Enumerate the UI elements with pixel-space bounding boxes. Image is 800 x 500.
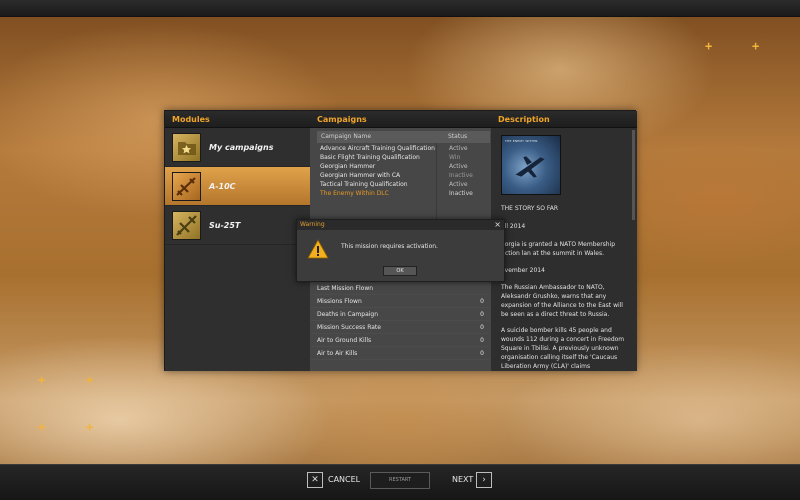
crosshair-icon: + [86, 373, 94, 387]
campaign-status: Active [449, 163, 468, 170]
stat-row: Last Mission Flown [310, 282, 490, 295]
crosshair-icon: + [38, 373, 46, 387]
stat-value: 0 [480, 298, 484, 305]
su25t-aircraft-icon [172, 211, 201, 240]
campaign-thumbnail: THE ENEMY WITHIN [501, 135, 561, 195]
module-label: Su-25T [209, 221, 241, 230]
description-paragraph: A suicide bomber kills 45 people and wou… [501, 327, 625, 370]
description-heading: THE STORY SO FAR [501, 205, 559, 212]
campaign-name: Tactical Training Qualification [320, 181, 408, 188]
campaign-name: Georgian Hammer [320, 163, 376, 170]
campaign-status: Active [449, 145, 468, 152]
next-button[interactable]: NEXT [452, 472, 473, 488]
module-label: My campaigns [209, 143, 274, 152]
stat-value: 0 [480, 350, 484, 357]
campaign-status: Inactive [449, 190, 473, 197]
crosshair-icon: + [38, 420, 46, 434]
stat-row: Air to Ground Kills 0 [310, 334, 490, 347]
campaign-status: Active [449, 181, 468, 188]
campaigns-header: Campaigns [310, 111, 491, 128]
warning-title: Warning [297, 220, 504, 230]
stat-row: Mission Success Rate 0 [310, 321, 490, 334]
crosshair-icon: + [86, 420, 94, 434]
description-scrollbar[interactable] [632, 130, 635, 220]
campaign-name: The Enemy Within DLC [320, 190, 389, 197]
stat-row: Air to Air Kills 0 [310, 347, 490, 360]
folder-star-icon [172, 133, 201, 162]
stat-row: Missions Flown 0 [310, 295, 490, 308]
campaign-status: Inactive [449, 172, 473, 179]
stat-row: Deaths in Campaign 0 [310, 308, 490, 321]
module-item-su25t[interactable]: Su-25T [165, 206, 310, 245]
warning-message: This mission requires activation. [341, 243, 438, 250]
stat-label: Mission Success Rate [317, 324, 381, 331]
table-row[interactable]: Georgian Hammer with CA Inactive [317, 171, 490, 180]
stat-label: Air to Ground Kills [317, 337, 372, 344]
crosshair-icon: + [752, 39, 760, 53]
table-row[interactable]: Advance Aircraft Training Qualification … [317, 144, 490, 153]
module-item-a10c[interactable]: A-10C [165, 167, 310, 206]
campaign-status: Win [449, 154, 461, 161]
stat-value: 0 [480, 311, 484, 318]
table-row[interactable]: Tactical Training Qualification Active [317, 180, 490, 189]
description-panel: THE ENEMY WITHIN THE STORY SO FAR all 20… [491, 128, 637, 371]
modules-header: Modules [165, 111, 310, 128]
table-row-selected[interactable]: The Enemy Within DLC Inactive [317, 189, 490, 198]
table-row[interactable]: Basic Flight Training Qualification Win [317, 153, 490, 162]
warning-triangle-icon [307, 239, 329, 259]
crosshair-icon: + [705, 39, 713, 53]
campaign-name: Advance Aircraft Training Qualification [320, 145, 435, 152]
module-item-my-campaigns[interactable]: My campaigns [165, 128, 310, 167]
campaign-name: Georgian Hammer with CA [320, 172, 401, 179]
stat-label: Missions Flown [317, 298, 362, 305]
cancel-button[interactable]: CANCEL [328, 472, 360, 488]
table-row[interactable]: Georgian Hammer Active [317, 162, 490, 171]
description-date: ovember 2014 [501, 267, 545, 274]
a10c-aircraft-icon [172, 172, 201, 201]
close-icon[interactable]: × [494, 220, 501, 230]
campaign-name: Basic Flight Training Qualification [320, 154, 420, 161]
restart-button[interactable]: RESTART [370, 472, 430, 489]
column-header-name[interactable]: Campaign Name [321, 131, 371, 143]
stat-label: Deaths in Campaign [317, 311, 379, 318]
column-header-status[interactable]: Status [448, 131, 467, 143]
ok-button[interactable]: OK [383, 266, 417, 276]
module-label: A-10C [209, 182, 236, 191]
description-paragraph: eorgia is granted a NATO Membership Acti… [501, 241, 616, 257]
stat-value: 0 [480, 324, 484, 331]
campaign-stats: Last Mission Flown Missions Flown 0 Deat… [310, 282, 490, 360]
stat-value: 0 [480, 337, 484, 344]
campaigns-table-header: Campaign Name Status [317, 131, 490, 143]
stat-label: Air to Air Kills [317, 350, 358, 357]
description-date: all 2014 [501, 223, 526, 230]
stat-label: Last Mission Flown [317, 285, 374, 292]
description-paragraph: The Russian Ambassador to NATO, Aleksand… [501, 284, 623, 318]
warning-dialog: Warning × This mission requires activati… [296, 219, 505, 282]
cancel-x-icon[interactable]: ✕ [307, 472, 323, 488]
chevron-right-icon[interactable]: › [476, 472, 492, 488]
description-header: Description [491, 111, 637, 128]
modules-list: My campaigns A-10C Su-25T [165, 128, 310, 371]
top-bar [0, 0, 800, 17]
